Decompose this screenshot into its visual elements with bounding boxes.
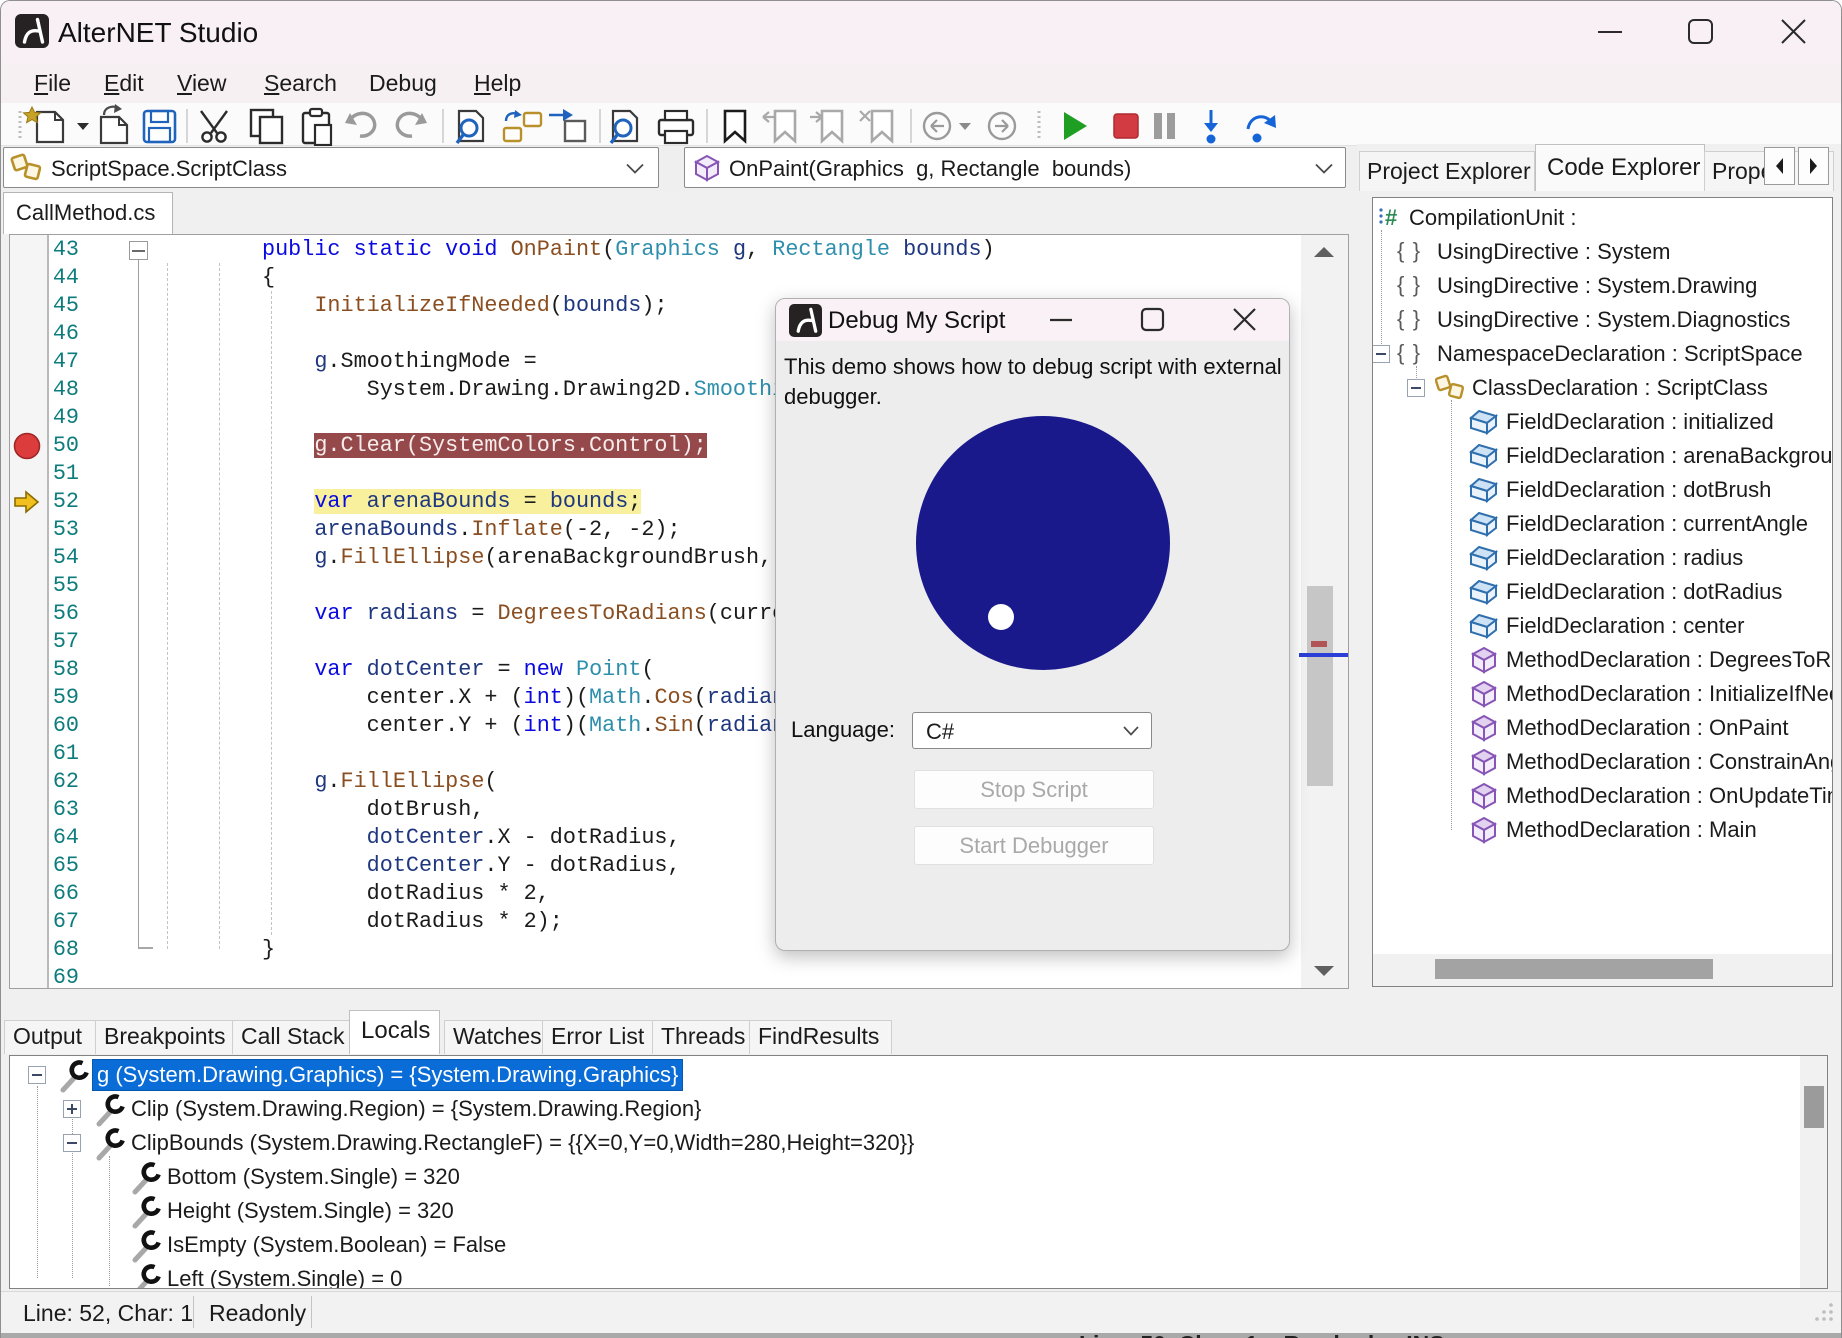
svg-text:#: # bbox=[1385, 205, 1397, 230]
